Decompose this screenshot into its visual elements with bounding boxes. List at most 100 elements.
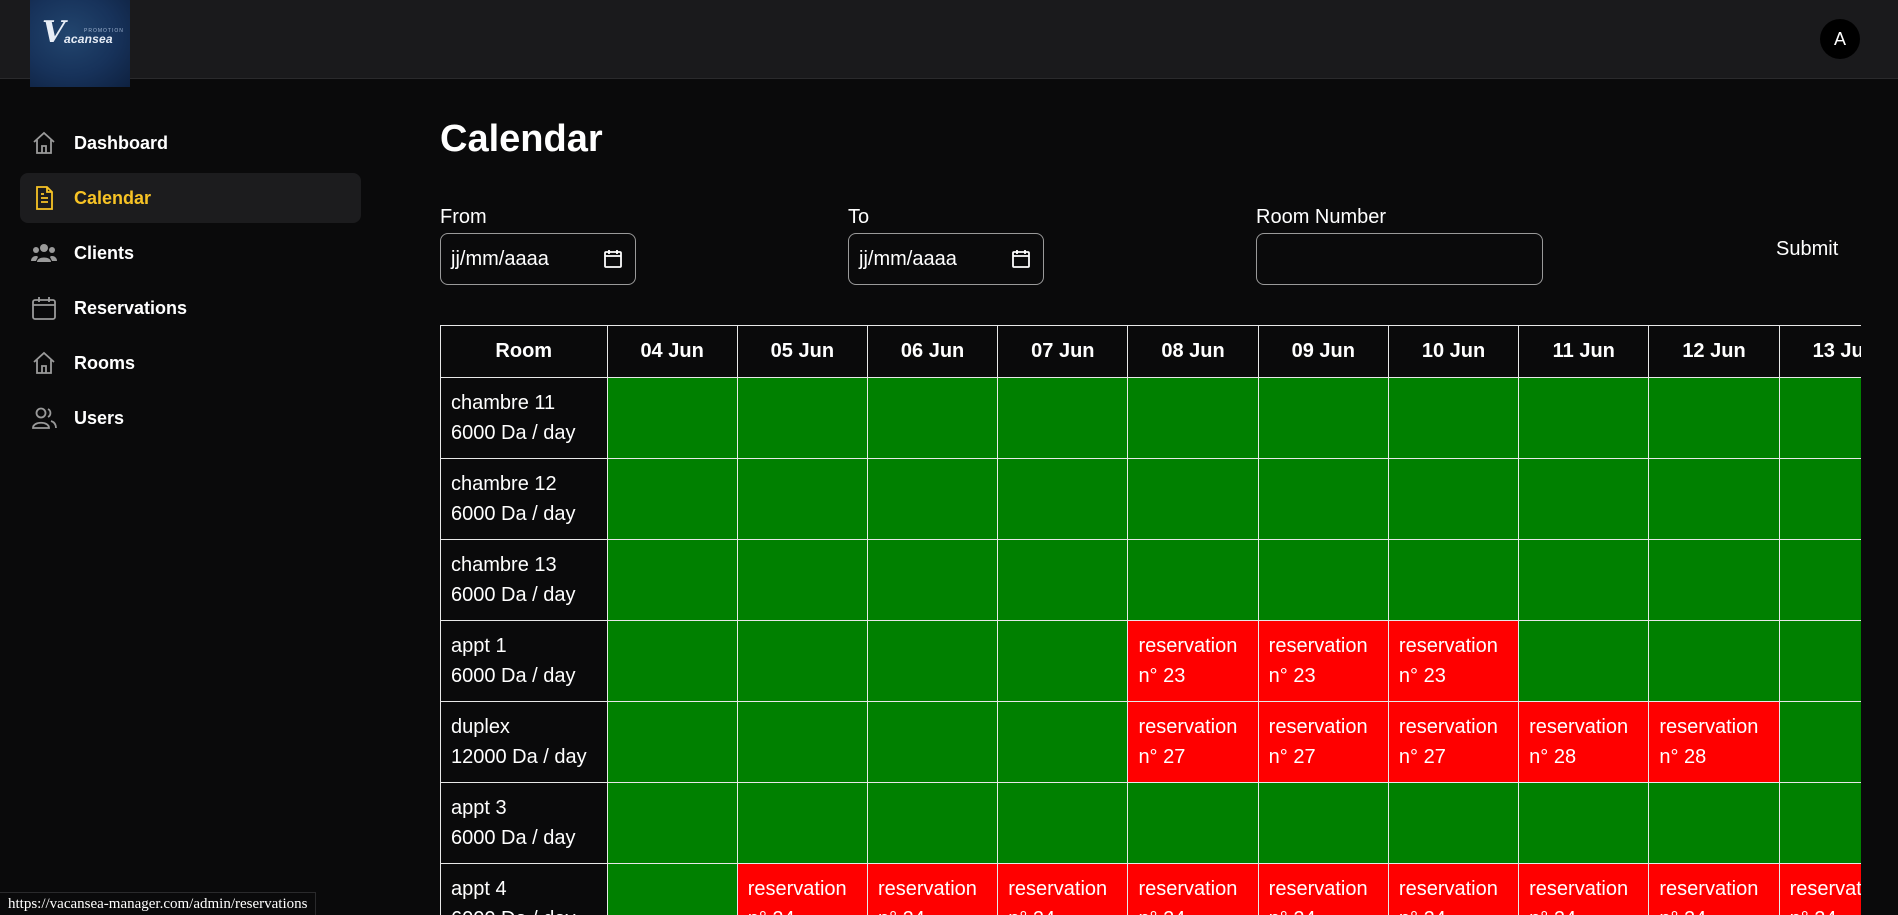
available-day-cell[interactable] bbox=[1127, 458, 1259, 540]
available-day-cell[interactable] bbox=[1257, 539, 1389, 621]
submit-button[interactable]: Submit bbox=[1776, 238, 1838, 261]
available-day-cell[interactable] bbox=[736, 782, 868, 864]
table-header-row: Room 04 Jun 05 Jun 06 Jun 07 Jun 08 Jun 09 Ju… bbox=[440, 325, 1861, 378]
from-label: From bbox=[440, 206, 487, 228]
available-day-cell[interactable] bbox=[1387, 782, 1520, 864]
available-day-cell[interactable] bbox=[1257, 782, 1389, 864]
available-day-cell[interactable] bbox=[1518, 458, 1650, 540]
sidebar-item-clients[interactable]: Clients bbox=[20, 228, 361, 278]
available-day-cell[interactable] bbox=[1778, 377, 1861, 459]
reserved-day-cell[interactable]: reservation n° 24 bbox=[1518, 863, 1650, 915]
room-price: 12000 Da / day bbox=[451, 746, 587, 768]
available-day-cell[interactable] bbox=[606, 620, 738, 702]
reserved-day-cell[interactable]: reservation n° 23 bbox=[1387, 620, 1520, 702]
user-avatar[interactable]: A bbox=[1820, 19, 1860, 59]
available-day-cell[interactable] bbox=[866, 701, 999, 783]
room-price: 6000 Da / day bbox=[451, 422, 576, 444]
available-day-cell[interactable] bbox=[1518, 782, 1650, 864]
reserved-day-cell[interactable]: reservation n° 27 bbox=[1387, 701, 1520, 783]
reserved-day-cell[interactable]: reservation n° 24 bbox=[997, 863, 1129, 915]
available-day-cell[interactable] bbox=[1648, 377, 1780, 459]
available-day-cell[interactable] bbox=[1387, 539, 1520, 621]
calendar-table-container[interactable]: Room 04 Jun 05 Jun 06 Jun 07 Jun 08 Jun 09 Ju… bbox=[440, 325, 1861, 915]
column-header-date: 07 Jun bbox=[997, 325, 1129, 378]
room-price: 6000 Da / day bbox=[451, 827, 576, 849]
calendar-picker-icon[interactable] bbox=[603, 249, 623, 269]
vacansea-logo[interactable]: V PROMOTION acansea bbox=[30, 0, 130, 87]
available-day-cell[interactable] bbox=[866, 539, 999, 621]
reserved-day-cell[interactable]: reservation n° 24 bbox=[1127, 863, 1259, 915]
available-day-cell[interactable] bbox=[606, 863, 738, 915]
to-date-value: jj/mm/aaaa bbox=[859, 247, 957, 270]
table-row: appt 1 6000 Da / day reservation n° 23 rese… bbox=[440, 620, 1861, 702]
reserved-day-cell[interactable]: reservation n° 27 bbox=[1257, 701, 1389, 783]
available-day-cell[interactable] bbox=[866, 620, 999, 702]
available-day-cell[interactable] bbox=[1518, 377, 1650, 459]
room-cell: chambre 13 6000 Da / day bbox=[440, 539, 608, 621]
sidebar-item-label: Users bbox=[74, 407, 125, 428]
available-day-cell[interactable] bbox=[1387, 458, 1520, 540]
available-day-cell[interactable] bbox=[1387, 377, 1520, 459]
calendar-picker-icon[interactable] bbox=[1011, 249, 1031, 269]
available-day-cell[interactable] bbox=[1778, 620, 1861, 702]
sidebar-item-reservations[interactable]: Reservations bbox=[20, 283, 361, 333]
available-day-cell[interactable] bbox=[606, 377, 738, 459]
reserved-day-cell[interactable]: reservation n° 28 bbox=[1648, 701, 1780, 783]
sidebar-item-dashboard[interactable]: Dashboard bbox=[20, 118, 361, 168]
available-day-cell[interactable] bbox=[1648, 539, 1780, 621]
available-day-cell[interactable] bbox=[997, 701, 1129, 783]
available-day-cell[interactable] bbox=[1648, 782, 1780, 864]
available-day-cell[interactable] bbox=[1518, 539, 1650, 621]
available-day-cell[interactable] bbox=[1127, 539, 1259, 621]
available-day-cell[interactable] bbox=[1648, 620, 1780, 702]
room-price: 6000 Da / day bbox=[451, 665, 576, 687]
available-day-cell[interactable] bbox=[606, 539, 738, 621]
sidebar-item-rooms[interactable]: Rooms bbox=[20, 338, 361, 388]
reserved-day-cell[interactable]: reservation n° 24 bbox=[1387, 863, 1520, 915]
reserved-day-cell[interactable]: reservation n° 24 bbox=[1778, 863, 1861, 915]
room-number-input[interactable] bbox=[1256, 233, 1543, 285]
reserved-day-cell[interactable]: reservation n° 24 bbox=[1257, 863, 1389, 915]
available-day-cell[interactable] bbox=[866, 377, 999, 459]
reserved-day-cell[interactable]: reservation n° 28 bbox=[1518, 701, 1650, 783]
available-day-cell[interactable] bbox=[866, 782, 999, 864]
reserved-day-cell[interactable]: reservation n° 24 bbox=[736, 863, 868, 915]
available-day-cell[interactable] bbox=[736, 539, 868, 621]
sidebar-item-calendar[interactable]: Calendar bbox=[20, 173, 361, 223]
available-day-cell[interactable] bbox=[1257, 377, 1389, 459]
available-day-cell[interactable] bbox=[606, 458, 738, 540]
reserved-day-cell[interactable]: reservation n° 24 bbox=[1648, 863, 1780, 915]
available-day-cell[interactable] bbox=[1648, 458, 1780, 540]
available-day-cell[interactable] bbox=[736, 620, 868, 702]
available-day-cell[interactable] bbox=[866, 458, 999, 540]
available-day-cell[interactable] bbox=[997, 539, 1129, 621]
available-day-cell[interactable] bbox=[997, 782, 1129, 864]
available-day-cell[interactable] bbox=[1778, 458, 1861, 540]
available-day-cell[interactable] bbox=[736, 458, 868, 540]
available-day-cell[interactable] bbox=[736, 377, 868, 459]
available-day-cell[interactable] bbox=[606, 701, 738, 783]
to-label: To bbox=[848, 206, 870, 228]
sidebar-item-label: Dashboard bbox=[74, 132, 169, 153]
reserved-day-cell[interactable]: reservation n° 23 bbox=[1127, 620, 1259, 702]
available-day-cell[interactable] bbox=[1257, 458, 1389, 540]
available-day-cell[interactable] bbox=[606, 782, 738, 864]
from-date-input[interactable]: jj/mm/aaaa bbox=[440, 233, 636, 285]
available-day-cell[interactable] bbox=[997, 620, 1129, 702]
available-day-cell[interactable] bbox=[1518, 620, 1650, 702]
sidebar-item-users[interactable]: Users bbox=[20, 393, 361, 443]
room-price: 6000 Da / day bbox=[451, 584, 576, 606]
available-day-cell[interactable] bbox=[997, 458, 1129, 540]
available-day-cell[interactable] bbox=[1778, 539, 1861, 621]
available-day-cell[interactable] bbox=[1778, 782, 1861, 864]
available-day-cell[interactable] bbox=[736, 701, 868, 783]
reserved-day-cell[interactable]: reservation n° 23 bbox=[1257, 620, 1389, 702]
room-cell: appt 4 6000 Da / day bbox=[440, 863, 608, 915]
available-day-cell[interactable] bbox=[1127, 782, 1259, 864]
to-date-input[interactable]: jj/mm/aaaa bbox=[848, 233, 1044, 285]
available-day-cell[interactable] bbox=[1778, 701, 1861, 783]
available-day-cell[interactable] bbox=[1127, 377, 1259, 459]
reserved-day-cell[interactable]: reservation n° 27 bbox=[1127, 701, 1259, 783]
available-day-cell[interactable] bbox=[997, 377, 1129, 459]
reserved-day-cell[interactable]: reservation n° 24 bbox=[866, 863, 999, 915]
